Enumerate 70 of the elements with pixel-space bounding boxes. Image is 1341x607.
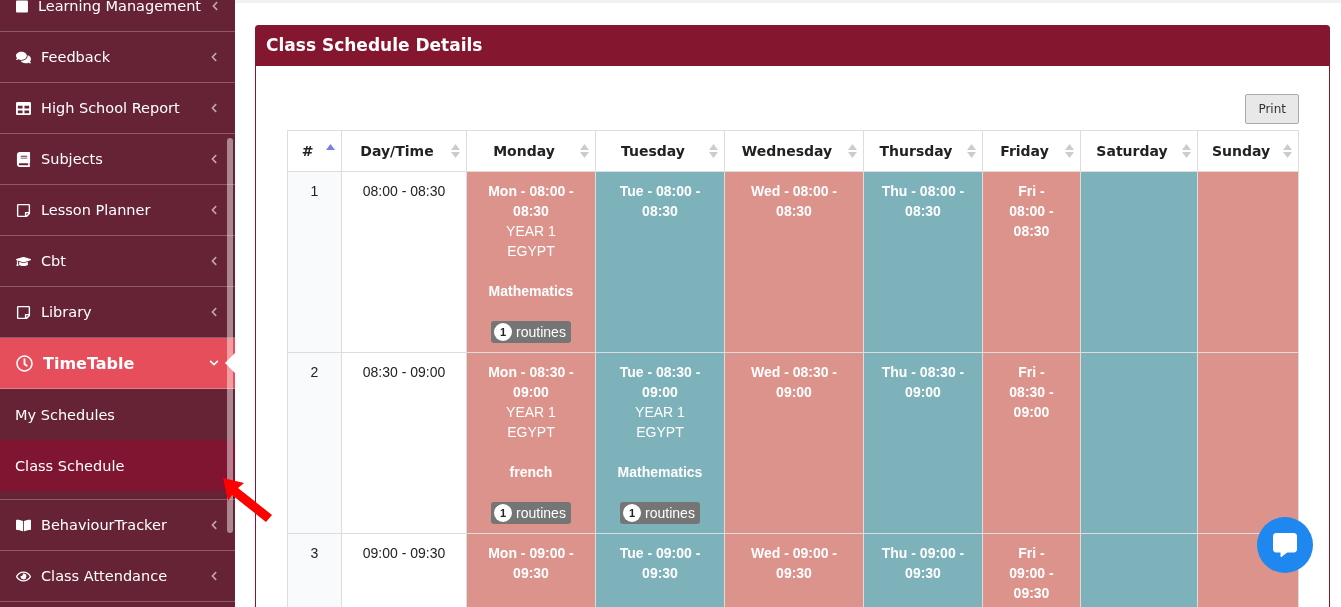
sidebar-item[interactable]: Learning Management (0, 0, 235, 32)
schedule-cell: Fri - 09:00 - 09:30 (982, 533, 1081, 607)
column-header[interactable]: Wednesday (724, 130, 864, 172)
table-cell: 2 (287, 352, 342, 534)
chevron-left-icon (209, 520, 219, 530)
chevron-left-icon (209, 154, 219, 164)
chevron-down-icon (209, 358, 219, 368)
column-header[interactable]: Thursday (863, 130, 983, 172)
sort-icon[interactable] (967, 143, 976, 159)
schedule-cell: Tue - 08:00 - 08:30 (595, 171, 725, 353)
schedule-cell: Thu - 08:00 - 08:30 (863, 171, 983, 353)
sort-icon[interactable] (1283, 143, 1292, 159)
note-icon (16, 304, 31, 320)
column-header[interactable]: Tuesday (595, 130, 725, 172)
chevron-left-icon (209, 307, 219, 317)
table-cell: 08:00 - 08:30 (341, 171, 467, 353)
scrollbar[interactable] (227, 138, 233, 533)
sort-icon[interactable] (1065, 143, 1074, 159)
column-header[interactable]: Saturday (1080, 130, 1198, 172)
print-button[interactable]: Print (1245, 94, 1299, 124)
column-header[interactable]: # (287, 130, 342, 172)
book-icon (16, 517, 31, 533)
routines-badge[interactable]: 1 routines (620, 502, 700, 524)
schedule-cell: Wed - 08:30 - 09:00 (724, 352, 864, 534)
table-cell: 1 (287, 171, 342, 353)
chevron-left-icon (209, 571, 219, 581)
sidebar-item[interactable]: TimeTable (0, 338, 235, 389)
schedule-cell: Wed - 08:00 - 08:30 (724, 171, 864, 353)
count-badge: 1 (494, 504, 513, 522)
count-badge: 1 (623, 504, 642, 522)
schedule-cell: Wed - 09:00 - 09:30 (724, 533, 864, 607)
chevron-left-icon (209, 103, 219, 113)
chevron-left-icon (211, 1, 219, 11)
schedule-cell: Fri - 08:00 - 08:30 (982, 171, 1081, 353)
schedule-cell: Thu - 09:00 - 09:30 (863, 533, 983, 607)
submenu-item[interactable]: Class Schedule (0, 440, 235, 491)
sort-icon[interactable] (848, 143, 857, 159)
table-icon (16, 100, 31, 116)
column-header[interactable]: Monday (466, 130, 596, 172)
schedule-cell: Mon - 08:30 - 09:00 YEAR 1 EGYPT french 1 routines (466, 352, 596, 534)
sort-icon[interactable] (1182, 143, 1191, 159)
column-header[interactable]: Friday (982, 130, 1081, 172)
column-header[interactable]: Day/Time (341, 130, 467, 172)
count-badge: 1 (494, 323, 513, 341)
note-icon (16, 202, 31, 218)
submenu-item[interactable]: My Schedules (0, 389, 235, 440)
sort-icon[interactable] (451, 143, 460, 159)
pointing-arrow-drawing (220, 475, 274, 523)
routines-badge[interactable]: 1 routines (491, 502, 571, 524)
routines-badge[interactable]: 1 routines (491, 321, 571, 343)
schedule-cell: Thu - 08:30 - 09:00 (863, 352, 983, 534)
comments-icon (16, 49, 31, 65)
chevron-left-icon (209, 52, 219, 62)
sort-icon[interactable] (709, 143, 718, 159)
panel-title: Class Schedule Details (256, 26, 1329, 66)
column-header[interactable]: Sunday (1197, 130, 1299, 172)
schedule-cell: Tue - 08:30 - 09:00 YEAR 1 EGYPT Mathematics 1 routines (595, 352, 725, 534)
chat-icon (1273, 533, 1297, 557)
table-cell: 3 (287, 533, 342, 607)
schedule-cell: Mon - 08:00 - 08:30 YEAR 1 EGYPT Mathematics 1 routines (466, 171, 596, 353)
schedule-cell: Mon - 09:00 - 09:30 (466, 533, 596, 607)
schedule-cell: Fri - 08:30 - 09:00 (982, 352, 1081, 534)
chevron-left-icon (209, 205, 219, 215)
sort-icon[interactable] (580, 143, 589, 159)
clock-icon (16, 354, 33, 372)
notebook-icon (16, 151, 31, 167)
chevron-left-icon (209, 256, 219, 266)
table-cell: 09:00 - 09:30 (341, 533, 467, 607)
table-cell: 08:30 - 09:00 (341, 352, 467, 534)
schedule-cell: Tue - 09:00 - 09:30 (595, 533, 725, 607)
